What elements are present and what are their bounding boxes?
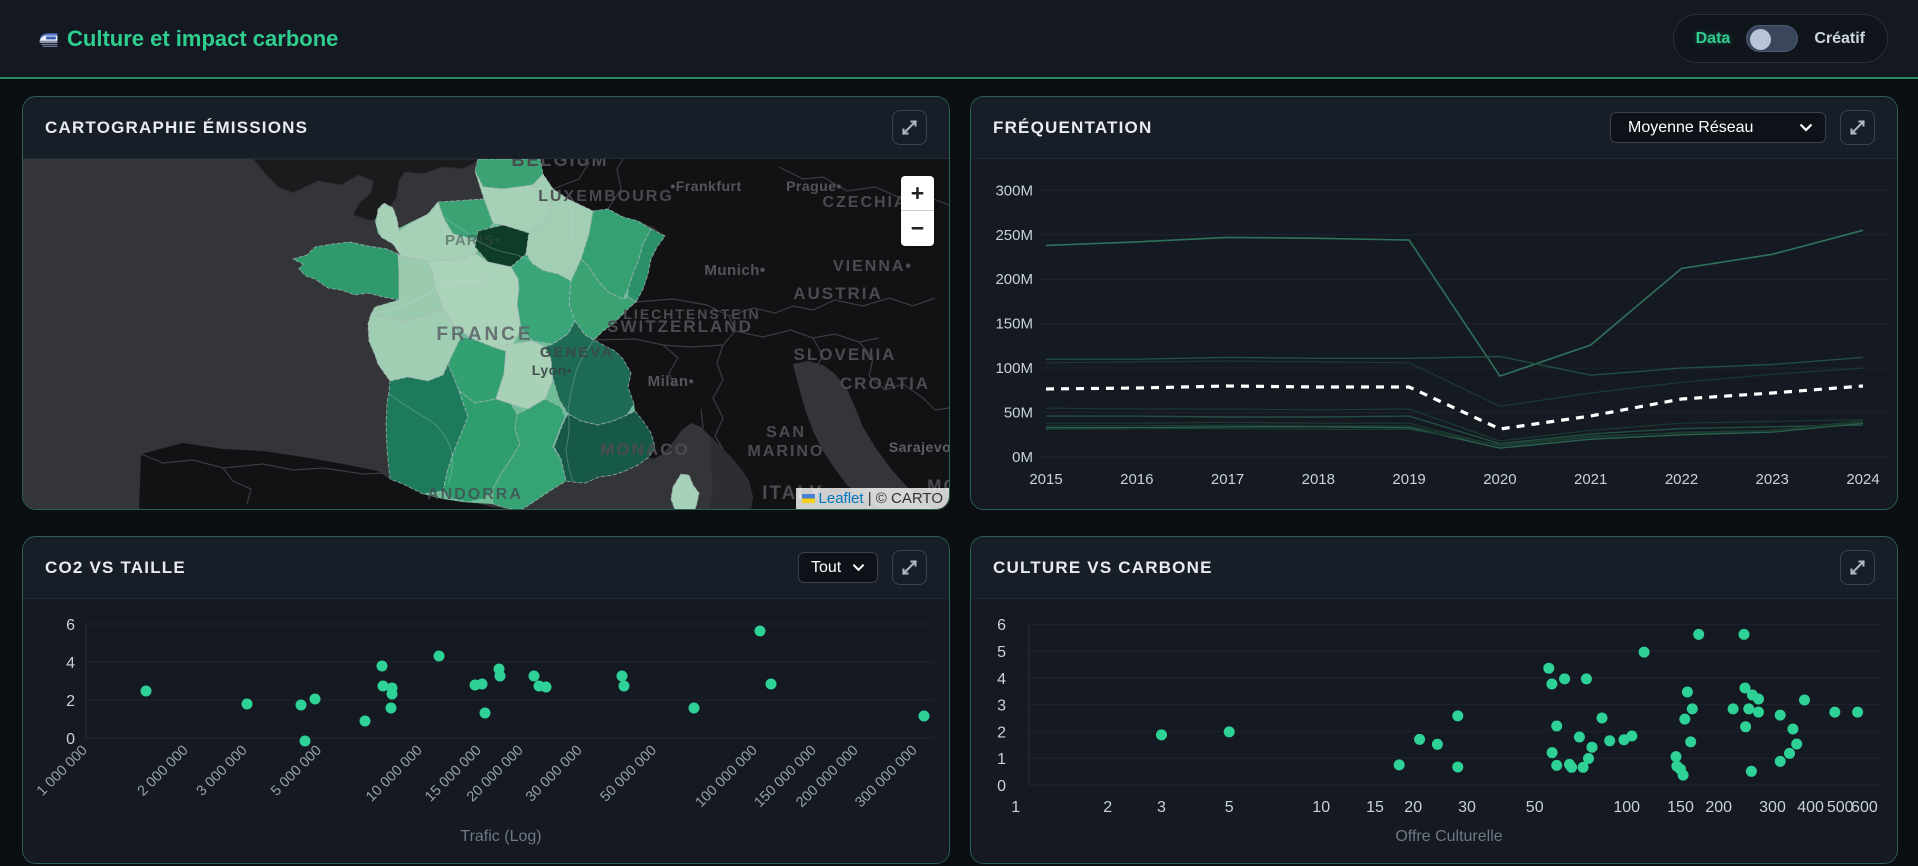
svg-text:50: 50	[1526, 799, 1544, 816]
svg-text:MARINO: MARINO	[748, 443, 825, 460]
svg-text:100 000 000: 100 000 000	[692, 743, 760, 811]
svg-text:SAN: SAN	[766, 424, 806, 441]
svg-text:0M: 0M	[1012, 449, 1033, 466]
svg-text:Milan▪: Milan▪	[648, 373, 695, 390]
svg-text:10 000 000: 10 000 000	[363, 743, 426, 806]
svg-text:CROATIA: CROATIA	[840, 374, 930, 393]
svg-text:2: 2	[997, 724, 1006, 741]
svg-text:Prague•: Prague•	[786, 178, 842, 194]
svg-text:500: 500	[1827, 799, 1854, 816]
svg-text:600: 600	[1851, 799, 1878, 816]
svg-text:2024: 2024	[1846, 471, 1879, 488]
svg-text:2021: 2021	[1574, 471, 1607, 488]
svg-text:•Frankfurt: •Frankfurt	[670, 178, 741, 194]
svg-text:100: 100	[1613, 799, 1640, 816]
svg-text:5: 5	[997, 644, 1006, 661]
svg-text:5 000 000: 5 000 000	[268, 743, 325, 800]
svg-text:Sarajevo: Sarajevo	[889, 439, 949, 455]
svg-text:250M: 250M	[995, 227, 1033, 244]
svg-text:2019: 2019	[1392, 471, 1425, 488]
svg-text:LUXEMBOURG: LUXEMBOURG	[538, 188, 674, 205]
svg-text:2015: 2015	[1029, 471, 1062, 488]
svg-text:0: 0	[997, 778, 1006, 795]
svg-text:2: 2	[1103, 799, 1112, 816]
svg-text:300 000 000: 300 000 000	[852, 743, 920, 811]
svg-text:2018: 2018	[1302, 471, 1335, 488]
svg-text:Offre Culturelle: Offre Culturelle	[1395, 828, 1502, 845]
svg-text:30 000 000: 30 000 000	[523, 743, 586, 806]
svg-text:BELGIUM: BELGIUM	[512, 159, 609, 170]
svg-text:2022: 2022	[1665, 471, 1698, 488]
svg-text:30: 30	[1458, 799, 1476, 816]
svg-text:2: 2	[66, 693, 75, 710]
svg-text:2020: 2020	[1483, 471, 1516, 488]
svg-text:6: 6	[997, 617, 1006, 634]
svg-text:Trafic (Log): Trafic (Log)	[460, 828, 541, 845]
svg-text:2 000 000: 2 000 000	[135, 743, 192, 800]
svg-text:SWITZERLAND: SWITZERLAND	[607, 317, 753, 336]
svg-text:PARIS•: PARIS•	[445, 232, 501, 249]
svg-text:ANDORRA: ANDORRA	[427, 486, 523, 503]
svg-text:GENEVA: GENEVA	[540, 344, 614, 361]
svg-text:150: 150	[1667, 799, 1694, 816]
svg-text:50M: 50M	[1004, 405, 1033, 422]
svg-text:2017: 2017	[1211, 471, 1244, 488]
svg-text:20: 20	[1404, 799, 1422, 816]
svg-text:2023: 2023	[1756, 471, 1789, 488]
svg-text:1: 1	[1011, 799, 1020, 816]
svg-text:300: 300	[1759, 799, 1786, 816]
svg-text:CZECHIA: CZECHIA	[822, 194, 907, 211]
svg-text:AUSTRIA: AUSTRIA	[793, 284, 883, 303]
svg-text:100M: 100M	[995, 360, 1033, 377]
svg-text:FRANCE: FRANCE	[436, 324, 533, 345]
svg-text:3: 3	[1157, 799, 1166, 816]
svg-text:400: 400	[1797, 799, 1824, 816]
svg-text:4: 4	[997, 671, 1006, 688]
svg-text:200: 200	[1705, 799, 1732, 816]
svg-text:MONACO: MONACO	[600, 440, 689, 459]
svg-text:SLOVENIA: SLOVENIA	[794, 345, 897, 364]
svg-text:0: 0	[66, 731, 75, 748]
svg-text:4: 4	[66, 655, 75, 672]
svg-text:3 000 000: 3 000 000	[194, 743, 251, 800]
svg-text:5: 5	[1225, 799, 1234, 816]
svg-text:15: 15	[1366, 799, 1384, 816]
svg-text:6: 6	[66, 617, 75, 634]
svg-text:1: 1	[997, 751, 1006, 768]
svg-text:50 000 000: 50 000 000	[597, 743, 660, 806]
svg-text:3: 3	[997, 698, 1006, 715]
svg-text:Munich•: Munich•	[704, 262, 765, 279]
svg-text:VIENNA•: VIENNA•	[833, 258, 913, 275]
svg-text:150M: 150M	[995, 316, 1033, 333]
svg-text:10: 10	[1312, 799, 1330, 816]
svg-text:Lyon▪: Lyon▪	[532, 362, 572, 378]
svg-text:2016: 2016	[1120, 471, 1153, 488]
svg-text:300M: 300M	[995, 182, 1033, 199]
svg-text:1 000 000: 1 000 000	[34, 743, 91, 800]
svg-text:200M: 200M	[995, 271, 1033, 288]
